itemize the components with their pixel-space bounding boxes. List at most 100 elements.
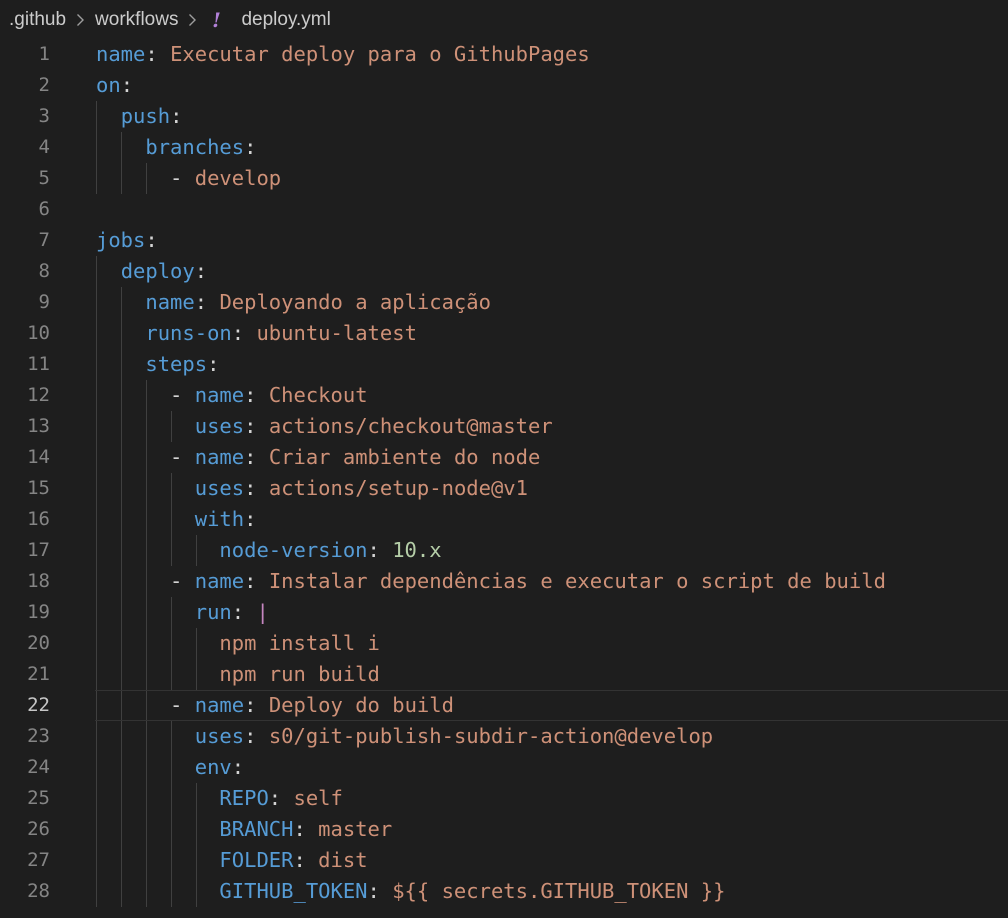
code-token: master — [318, 817, 393, 841]
code-text: - name: Deploy do build — [96, 690, 454, 721]
code-token: develop — [194, 166, 282, 190]
code-text: REPO: self — [96, 783, 342, 814]
line-number: 11 — [27, 353, 50, 375]
line-number: 19 — [27, 601, 50, 623]
chevron-right-icon — [188, 13, 197, 27]
code-line[interactable]: 11 steps: — [0, 349, 1008, 380]
code-line[interactable]: 25 REPO: self — [0, 783, 1008, 814]
code-line[interactable]: 21 npm run build — [0, 659, 1008, 690]
code-token: name — [194, 445, 245, 469]
code-text: deploy: — [96, 256, 207, 287]
code-line[interactable]: 24 env: — [0, 752, 1008, 783]
code-token: dist — [318, 848, 368, 872]
code-line[interactable]: 2 on: — [0, 70, 1008, 101]
code-line[interactable]: 19 run: | — [0, 597, 1008, 628]
code-text: push: — [96, 101, 183, 132]
code-token: Deployando a aplicação — [219, 290, 491, 314]
code-token: : — [244, 445, 269, 469]
code-token: | — [256, 600, 269, 624]
code-token: Deploy do build — [268, 693, 454, 717]
code-line[interactable]: 3 push: — [0, 101, 1008, 132]
code-line[interactable]: 7 jobs: — [0, 225, 1008, 256]
code-token: name — [96, 42, 146, 66]
code-line[interactable]: 20 npm install i — [0, 628, 1008, 659]
code-text: - name: Checkout — [96, 380, 368, 411]
code-text: env: — [96, 752, 244, 783]
line-number: 5 — [38, 167, 50, 189]
code-line[interactable]: 9 name: Deployando a aplicação — [0, 287, 1008, 318]
code-line[interactable]: 28 GITHUB_TOKEN: ${{ secrets.GITHUB_TOKE… — [0, 876, 1008, 907]
code-line[interactable]: 8 deploy: — [0, 256, 1008, 287]
breadcrumb-folder-workflows[interactable]: workflows — [95, 9, 178, 31]
code-text: uses: s0/git-publish-subdir-action@devel… — [96, 721, 713, 752]
code-line[interactable]: 6 — [0, 194, 1008, 225]
code-token: - — [96, 569, 195, 593]
code-token: : — [231, 755, 245, 779]
code-line[interactable]: 26 BRANCH: master — [0, 814, 1008, 845]
line-number: 23 — [27, 725, 50, 747]
code-line[interactable]: 4 branches: — [0, 132, 1008, 163]
code-token: : — [244, 569, 269, 593]
line-number: 10 — [27, 322, 50, 344]
code-text: with: — [96, 504, 257, 535]
line-number: 27 — [27, 849, 50, 871]
code-line[interactable]: 16 with: — [0, 504, 1008, 535]
code-line[interactable]: 14 - name: Criar ambiente do node — [0, 442, 1008, 473]
code-token: Checkout — [268, 383, 368, 407]
code-line[interactable]: 17 node-version: 10.x — [0, 535, 1008, 566]
code-token: : — [120, 73, 134, 97]
line-number: 20 — [27, 632, 50, 654]
code-token: 10.x — [392, 538, 442, 562]
line-number: 13 — [27, 415, 50, 437]
code-token: actions/checkout@master — [268, 414, 553, 438]
code-token: ubuntu-latest — [256, 321, 417, 345]
breadcrumb-file[interactable]: deploy.yml — [241, 9, 330, 31]
yaml-file-icon: ! — [212, 8, 221, 32]
code-line[interactable]: 13 uses: actions/checkout@master — [0, 411, 1008, 442]
code-line[interactable]: 22 - name: Deploy do build — [0, 690, 1008, 721]
line-number: 12 — [27, 384, 50, 406]
code-text: run: | — [96, 597, 269, 628]
code-line[interactable]: 23 uses: s0/git-publish-subdir-action@de… — [0, 721, 1008, 752]
breadcrumb-folder-github[interactable]: .github — [9, 9, 66, 31]
code-text: name: Deployando a aplicação — [96, 287, 491, 318]
code-token: name — [194, 693, 245, 717]
line-number: 21 — [27, 663, 50, 685]
code-line[interactable]: 1 name: Executar deploy para o GithubPage… — [0, 39, 1008, 70]
code-token: run — [194, 600, 232, 624]
code-token: node-version — [219, 538, 368, 562]
line-number: 26 — [27, 818, 50, 840]
code-token: env — [194, 755, 232, 779]
code-line[interactable]: 10 runs-on: ubuntu-latest — [0, 318, 1008, 349]
code-editor[interactable]: 1 name: Executar deploy para o GithubPage… — [0, 39, 1008, 918]
code-line[interactable]: 18 - name: Instalar dependências e execu… — [0, 566, 1008, 597]
code-text: runs-on: ubuntu-latest — [96, 318, 417, 349]
code-line[interactable]: 27 FOLDER: dist — [0, 845, 1008, 876]
line-number: 25 — [27, 787, 50, 809]
code-token: : — [244, 135, 257, 159]
code-token: : — [244, 507, 257, 531]
line-number: 22 — [27, 694, 50, 716]
code-line[interactable]: 5 - develop — [0, 163, 1008, 194]
code-line[interactable]: 12 - name: Checkout — [0, 380, 1008, 411]
code-token: : — [145, 228, 158, 252]
code-text: steps: — [96, 349, 219, 380]
code-token: with — [194, 507, 245, 531]
code-token: runs-on — [145, 321, 232, 345]
code-text: jobs: — [96, 225, 158, 256]
code-token: Instalar dependências e executar o scrip… — [268, 569, 886, 593]
code-line[interactable]: 15 uses: actions/setup-node@v1 — [0, 473, 1008, 504]
line-number: 1 — [38, 43, 50, 65]
